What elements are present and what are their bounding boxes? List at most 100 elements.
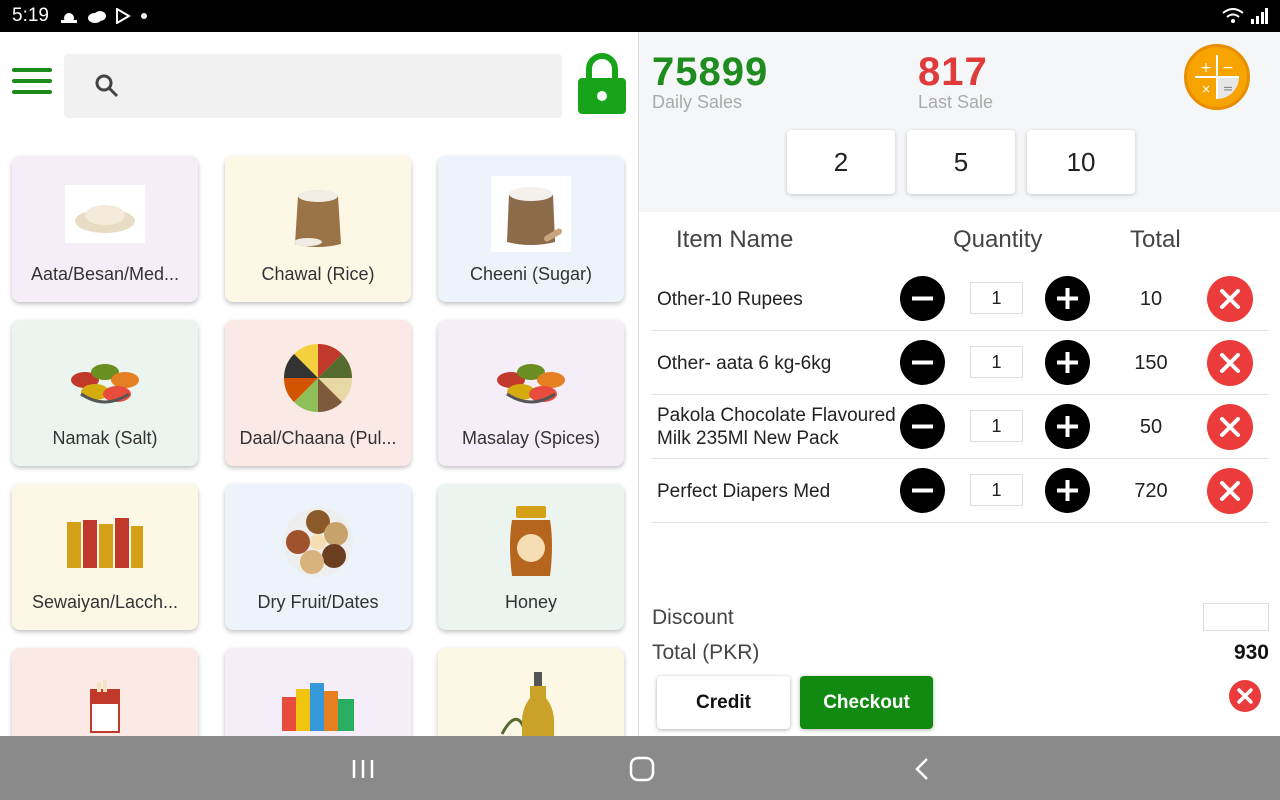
- cart-item-total: 10: [1139, 287, 1163, 310]
- category-label: Dry Fruit/Dates: [257, 592, 379, 612]
- calculator-icon[interactable]: + − × =: [1184, 44, 1250, 110]
- discount-label: Discount: [652, 606, 734, 629]
- cart-item-total: 50: [1139, 415, 1163, 438]
- category-label: Aata/Besan/Med...: [30, 264, 180, 284]
- category-tile[interactable]: Chawal (Rice): [225, 156, 411, 302]
- cloud-icon: [87, 11, 106, 23]
- weather-icon: [60, 13, 77, 23]
- cart-row: Pakola Chocolate Flavoured Milk 235Ml Ne…: [651, 395, 1269, 459]
- honey-jar-icon: [491, 504, 571, 580]
- category-label: Honey: [504, 592, 558, 612]
- category-label: Namak (Salt): [52, 428, 158, 448]
- category-tile[interactable]: Namak (Salt): [12, 320, 198, 466]
- increase-quantity-button[interactable]: [1045, 340, 1090, 385]
- clock: 5:19: [12, 5, 49, 26]
- spice-bowls-icon: [65, 340, 145, 416]
- decrease-quantity-button[interactable]: [900, 468, 945, 513]
- oil-bottle-icon: [491, 668, 571, 736]
- sugar-sack-icon: [491, 176, 571, 252]
- quantity-field[interactable]: 1: [970, 282, 1023, 314]
- flour-icon: [65, 176, 145, 252]
- category-tile[interactable]: Honey: [438, 484, 624, 630]
- credit-button[interactable]: Credit: [657, 676, 790, 729]
- hamburger-menu-icon[interactable]: [12, 68, 52, 98]
- search-icon: [95, 74, 119, 98]
- category-tile[interactable]: Daal/Chaana (Pul...: [225, 320, 411, 466]
- quantity-field[interactable]: 1: [970, 474, 1023, 506]
- category-label: Cheeni (Sugar): [469, 264, 593, 284]
- remove-item-button[interactable]: [1207, 404, 1253, 450]
- cart-item-total: 720: [1134, 479, 1168, 502]
- quantity-field[interactable]: 1: [970, 346, 1023, 378]
- increase-quantity-button[interactable]: [1045, 276, 1090, 321]
- last-sale-value: 817: [918, 50, 988, 94]
- category-label: Sewaiyan/Lacch...: [31, 592, 179, 612]
- decrease-quantity-button[interactable]: [900, 404, 945, 449]
- cart-panel: 75899 Daily Sales 817 Last Sale + − × = …: [638, 32, 1280, 736]
- increase-quantity-button[interactable]: [1045, 468, 1090, 513]
- category-tile[interactable]: Sewaiyan/Lacch...: [12, 484, 198, 630]
- category-label: Masalay (Spices): [461, 428, 601, 448]
- svg-text:+: +: [1200, 60, 1212, 76]
- cart-item-name: Other- aata 6 kg-6kg: [657, 352, 832, 374]
- search-input[interactable]: [134, 74, 534, 98]
- rice-sack-icon: [278, 176, 358, 252]
- category-tile[interactable]: Dry Fruit/Dates: [225, 484, 411, 630]
- daily-sales-label: Daily Sales: [652, 92, 743, 112]
- snack-packs-icon: [278, 668, 358, 736]
- clear-cart-button[interactable]: [1229, 680, 1261, 712]
- quick-amount-button[interactable]: 5: [907, 130, 1015, 194]
- home-icon[interactable]: [627, 754, 657, 784]
- cart-row: Perfect Diapers Med 1 720: [651, 459, 1269, 523]
- quick-amount-button[interactable]: 2: [787, 130, 895, 194]
- cart-item-name: Perfect Diapers Med: [657, 480, 831, 502]
- cart-item-name: Other-10 Rupees: [657, 288, 803, 310]
- remove-item-button[interactable]: [1207, 468, 1253, 514]
- play-store-icon: [115, 8, 131, 24]
- category-tile[interactable]: Masalay (Spices): [438, 320, 624, 466]
- column-header-total: Total: [1130, 226, 1181, 253]
- category-tile[interactable]: Cheeni (Sugar): [438, 156, 624, 302]
- remove-item-button[interactable]: [1207, 276, 1253, 322]
- category-tile[interactable]: Aata/Besan/Med...: [12, 156, 198, 302]
- lock-icon[interactable]: [578, 52, 626, 114]
- svg-text:×: ×: [1201, 82, 1211, 96]
- category-tile[interactable]: [12, 648, 198, 736]
- quick-amount-button[interactable]: 10: [1027, 130, 1135, 194]
- category-label: Chawal (Rice): [261, 264, 375, 284]
- recent-apps-icon[interactable]: [348, 754, 378, 784]
- category-tile[interactable]: [225, 648, 411, 736]
- cart-item-total: 150: [1134, 351, 1168, 374]
- daily-sales-value: 75899: [652, 50, 769, 94]
- cart-row: Other-10 Rupees 1 10: [651, 267, 1269, 331]
- cart-item-name: Pakola Chocolate Flavoured Milk 235Ml Ne…: [657, 405, 896, 449]
- cigarette-pack-icon: [65, 668, 145, 736]
- increase-quantity-button[interactable]: [1045, 404, 1090, 449]
- search-bar[interactable]: [64, 54, 562, 118]
- pulses-wheel-icon: [278, 340, 358, 416]
- dot-icon: [140, 13, 147, 19]
- quantity-field[interactable]: 1: [970, 410, 1023, 442]
- last-sale-label: Last Sale: [918, 92, 994, 112]
- column-header-quantity: Quantity: [953, 226, 1043, 253]
- svg-text:=: =: [1223, 82, 1234, 97]
- notification-icons: [59, 8, 149, 24]
- decrease-quantity-button[interactable]: [900, 276, 945, 321]
- svg-text:−: −: [1222, 60, 1234, 76]
- column-header-item-name: Item Name: [676, 226, 794, 253]
- cart-row: Other- aata 6 kg-6kg 1 150: [651, 331, 1269, 395]
- wifi-icon: [1222, 8, 1244, 23]
- discount-input[interactable]: [1203, 603, 1269, 631]
- category-panel: Aata/Besan/Med... Chawal (Rice) Cheeni (Su…: [0, 32, 638, 736]
- checkout-button[interactable]: Checkout: [800, 676, 933, 729]
- category-tile[interactable]: [438, 648, 624, 736]
- total-label: Total (PKR): [652, 641, 760, 664]
- total-value: 930: [1233, 641, 1269, 664]
- back-icon[interactable]: [908, 754, 938, 784]
- status-bar: 5:19: [0, 0, 1280, 32]
- category-grid: Aata/Besan/Med... Chawal (Rice) Cheeni (Su…: [12, 156, 624, 736]
- decrease-quantity-button[interactable]: [900, 340, 945, 385]
- remove-item-button[interactable]: [1207, 340, 1253, 386]
- dry-fruit-platter-icon: [278, 504, 358, 580]
- signal-icon: [1251, 8, 1268, 24]
